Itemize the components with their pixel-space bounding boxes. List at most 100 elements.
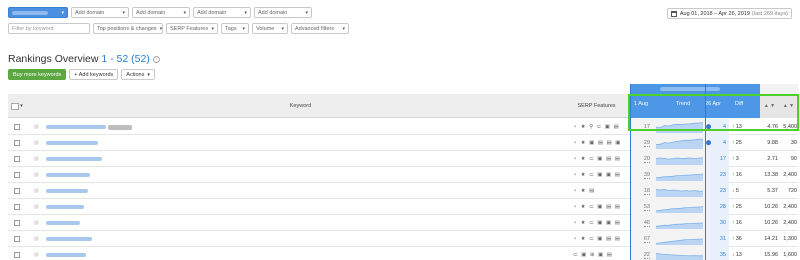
advanced-filters-dropdown[interactable]: Advanced filters ▾ [291, 23, 349, 34]
position-diff: ↑ 25 [732, 204, 742, 210]
keyword-link[interactable] [46, 183, 526, 199]
table-row[interactable]: ▤ ♀ ★ ⊂ ▣ ▣ ▤ 39 23 ↑ 16 13.38 2,400 [8, 167, 798, 183]
trend-sparkline [654, 167, 705, 183]
domain-select-primary[interactable]: ▾ [8, 7, 68, 18]
volume-value: 30 [790, 140, 797, 146]
keyword-link[interactable] [46, 231, 526, 247]
keyword-link[interactable] [46, 167, 526, 183]
keyword-filter-input[interactable]: Filter by keyword [8, 23, 90, 34]
page-icon: ▤ [34, 140, 39, 146]
position-diff: ↑ 3 [732, 156, 739, 162]
date-range-picker[interactable]: Aug 01, 2018 – Apr 26, 2019 (last 269 da… [666, 8, 792, 19]
page-icon: ▤ [34, 252, 39, 258]
position-current: 23 [705, 183, 729, 199]
row-checkbox[interactable] [12, 215, 22, 231]
chevron-down-icon: ▾ [244, 9, 247, 16]
keyword-link[interactable] [46, 199, 526, 215]
keyword-redacted [46, 189, 88, 193]
add-domain-select-1[interactable]: Add domain ▾ [71, 7, 129, 18]
domain-column-group-header [630, 84, 760, 94]
domain-name-redacted [12, 10, 48, 15]
trend-sparkline [654, 199, 705, 215]
keyword-link[interactable] [46, 151, 526, 167]
row-checkbox[interactable] [12, 167, 22, 183]
keyword-link[interactable] [46, 247, 526, 260]
domain-name-redacted [660, 87, 720, 91]
chevron-down-icon: ▾ [305, 9, 308, 16]
page-icon: ▤ [34, 124, 39, 130]
volume-value: 1,600 [783, 252, 797, 258]
page-icon: ▤ [34, 172, 39, 178]
keyword-column-header[interactable]: Keyword [38, 94, 563, 118]
cpc-value: 10.26 [764, 204, 778, 210]
row-checkbox[interactable] [12, 135, 22, 151]
chevron-down-icon: ▾ [242, 25, 245, 32]
volume-filter-dropdown[interactable]: Volume ▾ [252, 23, 288, 34]
row-checkbox[interactable] [12, 151, 22, 167]
metrics-group-header [760, 84, 798, 94]
cpc-value: 10.26 [764, 220, 778, 226]
table-row[interactable]: ▤ ♀ ★ ⊂ ▣ ▤ ▤ 20 17 ↑ 3 2.71 90 [8, 151, 798, 167]
chevron-down-icon: ▾ [20, 103, 23, 109]
cpc-value: 2.71 [767, 156, 778, 162]
keyword-link[interactable] [46, 135, 526, 151]
select-all-checkbox[interactable]: ▾ [8, 94, 26, 118]
arrow-up-icon: ↑ [732, 220, 735, 226]
chevron-down-icon: ▾ [211, 25, 214, 32]
serp-features-column-header[interactable]: SERP Features [563, 94, 630, 118]
add-domain-select-2[interactable]: Add domain ▾ [132, 7, 190, 18]
table-row[interactable]: ▤ ♀ ★ ▤ 18 23 ↓ 5 5.37 720 [8, 183, 798, 199]
buy-more-keywords-button[interactable]: Buy more keywords [8, 69, 67, 80]
keyword-link[interactable] [46, 215, 526, 231]
add-keywords-button[interactable]: + Add keywords [69, 69, 119, 80]
trend-sparkline [654, 231, 705, 247]
position-current: 35 [705, 247, 729, 260]
position-diff: ↑ 36 [732, 236, 742, 242]
cpc-value: 15.96 [764, 252, 778, 258]
chevron-down-icon: ▾ [183, 9, 186, 16]
position-diff: ↓ 5 [732, 188, 739, 194]
trend-sparkline [654, 183, 705, 199]
row-checkbox[interactable] [12, 199, 22, 215]
chevron-down-icon: ▾ [281, 25, 284, 32]
info-icon[interactable]: ? [152, 55, 160, 63]
tags-filter-dropdown[interactable]: Tags ▾ [221, 23, 249, 34]
page-icon: ▤ [34, 204, 39, 210]
keyword-link[interactable] [46, 119, 526, 135]
serp-feature-icons: ♀ ★ ⊂ ▣ ▣ ▤ [573, 172, 621, 178]
table-row[interactable]: ▤ ⊂ ▣ ⊕ ▣ ▤ 22 35 ↓ 13 15.96 1,600 [8, 247, 798, 260]
table-row[interactable]: ▤ ♀ ★ ⊂ ▣ ▣ ▤ 46 30 ↑ 16 10.26 2,400 [8, 215, 798, 231]
row-checkbox[interactable] [12, 247, 22, 260]
positions-filter-dropdown[interactable]: Top positions & changes ▾ [93, 23, 163, 34]
row-checkbox[interactable] [12, 183, 22, 199]
table-row[interactable]: ▤ ♀ ★ ⊂ ▣ ▤ ▤ 53 28 ↑ 25 10.26 2,400 [8, 199, 798, 215]
row-checkbox[interactable] [12, 231, 22, 247]
keyword-redacted [46, 221, 80, 225]
keyword-count: 1 - 52 (52) [101, 53, 150, 65]
position-start: 39 [630, 167, 654, 183]
serp-feature-icons: ♀ ★ ▤ [573, 188, 596, 194]
table-row[interactable]: ▤ ♀ ★ ▣ ▤ ▤ ▣ 29 4 ⬤ ↑ 25 9.88 30 [8, 135, 798, 151]
actions-dropdown[interactable]: Actions ▾ [121, 69, 155, 80]
add-domain-select-3[interactable]: Add domain ▾ [193, 7, 251, 18]
table-row[interactable]: ▤ ♀ ★ ⊂ ▣ ▤ ▤ 67 31 ↑ 36 14.21 1,300 [8, 231, 798, 247]
serp-features-filter-dropdown[interactable]: SERP Features ▾ [166, 23, 218, 34]
page-icon: ▤ [34, 220, 39, 226]
position-start: 53 [630, 199, 654, 215]
position-diff: ↓ 13 [732, 252, 742, 258]
arrow-up-icon: ↑ [732, 140, 735, 146]
position-start: 46 [630, 215, 654, 231]
cpc-value: 5.37 [767, 188, 778, 194]
serp-feature-icons: ♀ ★ ⊂ ▣ ▤ ▤ [573, 156, 621, 162]
keyword-redacted [46, 125, 106, 129]
page-icon: ▤ [34, 188, 39, 194]
keyword-redacted [46, 253, 86, 257]
serp-feature-icons: ♀ ★ ▣ ▤ ▤ ▣ [573, 140, 622, 146]
chevron-down-icon: ▾ [61, 9, 64, 16]
keyword-filter-row: Filter by keyword Top positions & change… [8, 23, 349, 34]
serp-feature-icons: ♀ ★ ⊂ ▣ ▤ ▤ [573, 236, 621, 242]
keyword-redacted [46, 237, 92, 241]
position-current: 17 [705, 151, 729, 167]
add-domain-select-4[interactable]: Add domain ▾ [254, 7, 312, 18]
row-checkbox[interactable] [12, 119, 22, 135]
